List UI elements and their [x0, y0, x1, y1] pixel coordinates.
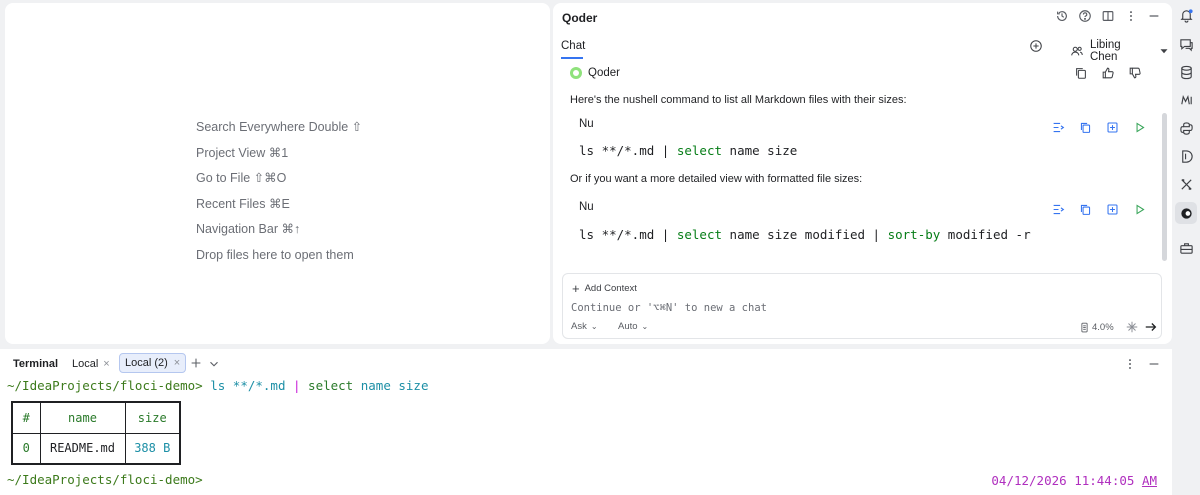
terminal-title: Terminal	[13, 358, 59, 370]
table-header: name	[39, 401, 126, 434]
terminal-output-table: # name size 0 README.md 388 B	[11, 401, 181, 465]
table-cell: README.md	[39, 432, 126, 465]
markdown-icon[interactable]	[1178, 92, 1194, 108]
more-vertical-icon[interactable]	[1122, 356, 1138, 372]
close-icon[interactable]: ×	[174, 357, 180, 369]
tab-chat-indicator	[561, 57, 583, 59]
chat-input[interactable]: Continue or '⌥⌘N' to new a chat	[571, 302, 767, 314]
table-row: 0 README.md 388 B	[11, 432, 181, 465]
message-intro: Here's the nushell command to list all M…	[570, 94, 907, 106]
terminal-command-line: ~/IdeaProjects/floci-demo> ls **/*.md | …	[7, 378, 429, 393]
chat-scrollbar[interactable]	[1162, 113, 1167, 261]
run-icon[interactable]	[1131, 201, 1147, 217]
add-context-button[interactable]: + Add Context	[572, 280, 637, 296]
hint-search-everywhere: Search Everywhere Double ⇧	[196, 120, 363, 134]
insert-at-cursor-icon[interactable]	[1050, 119, 1066, 135]
sparkle-icon[interactable]	[1124, 319, 1140, 335]
terminal-prompt-line[interactable]: ~/IdeaProjects/floci-demo>	[7, 472, 203, 487]
chat-input-box[interactable]: + Add Context Continue or '⌥⌘N' to new a…	[562, 273, 1162, 339]
send-icon[interactable]	[1143, 319, 1159, 335]
copy-icon[interactable]	[1073, 65, 1089, 81]
hint-go-to-file: Go to File ⇧⌘O	[196, 171, 287, 185]
new-file-icon[interactable]	[1104, 201, 1120, 217]
terminal-tab-local[interactable]: Local ×	[72, 358, 110, 370]
minimize-icon[interactable]	[1146, 8, 1162, 24]
user-name: Libing Chen	[1089, 39, 1121, 63]
help-icon[interactable]	[1077, 8, 1093, 24]
table-header: size	[124, 401, 181, 434]
notifications-icon[interactable]	[1178, 7, 1194, 23]
ai-chat-icon[interactable]	[1178, 36, 1194, 52]
tab-chat[interactable]: Chat	[561, 40, 585, 52]
qoder-logo-icon	[570, 67, 582, 79]
table-cell: 0	[11, 432, 41, 465]
close-icon[interactable]: ×	[103, 358, 109, 370]
terminal-timestamp: 04/12/2026 11:44:05 AM	[991, 473, 1157, 488]
python-icon[interactable]	[1178, 120, 1194, 136]
terminal-toolbar	[1122, 356, 1162, 372]
code-block-1-actions	[1050, 119, 1147, 135]
chevron-down-icon: ⌄	[641, 322, 649, 331]
sender-name: Qoder	[588, 67, 620, 79]
mode-selector[interactable]: Ask ⌄	[571, 321, 598, 332]
terminal-panel: Terminal Local × Local (2) × ~/IdeaProje…	[0, 349, 1172, 495]
table-cell: 388 B	[124, 432, 181, 465]
user-selector[interactable]: Libing Chen	[1069, 39, 1172, 63]
book-icon[interactable]	[1100, 8, 1116, 24]
editor-hints: Search Everywhere Double ⇧ Project View …	[196, 118, 362, 271]
run-icon[interactable]	[1131, 119, 1147, 135]
copy-code-icon[interactable]	[1077, 201, 1093, 217]
toolbox-icon[interactable]	[1178, 240, 1194, 256]
panel-title: Qoder	[562, 11, 598, 25]
code-block-2-actions	[1050, 201, 1147, 217]
new-file-icon[interactable]	[1104, 119, 1120, 135]
message-actions	[1073, 65, 1143, 81]
users-icon	[1069, 43, 1085, 59]
table-header: #	[11, 401, 41, 434]
thumbs-up-icon[interactable]	[1100, 65, 1116, 81]
hint-navigation-bar: Navigation Bar ⌘↑	[196, 222, 301, 236]
tools-icon[interactable]	[1178, 176, 1194, 192]
code-block-1: ls **/*.md | select name size	[579, 143, 798, 158]
minimize-icon[interactable]	[1146, 356, 1162, 372]
hint-recent-files: Recent Files ⌘E	[196, 196, 290, 211]
insert-at-cursor-icon[interactable]	[1050, 201, 1066, 217]
history-icon[interactable]	[1054, 8, 1070, 24]
dependencies-icon[interactable]	[1178, 148, 1194, 164]
more-vertical-icon[interactable]	[1123, 8, 1139, 24]
qoder-icon[interactable]	[1175, 202, 1197, 224]
editor-empty-state: Search Everywhere Double ⇧ Project View …	[5, 3, 550, 344]
hint-project-view: Project View ⌘1	[196, 145, 289, 160]
message-middle: Or if you want a more detailed view with…	[570, 173, 863, 185]
code-block-2-language: Nu	[579, 201, 594, 213]
qoder-panel: Qoder Chat Libing Chen Qoder Here's the …	[553, 3, 1172, 344]
chevron-down-icon: ⌄	[590, 322, 598, 331]
terminal-tab-local-2[interactable]: Local (2) ×	[119, 353, 187, 373]
copy-code-icon[interactable]	[1077, 119, 1093, 135]
table-header-row: # name size	[11, 401, 181, 434]
context-usage: 4.0%	[1080, 321, 1114, 333]
battery-icon	[1080, 321, 1088, 333]
caret-down-icon	[1156, 43, 1172, 59]
thumbs-down-icon[interactable]	[1127, 65, 1143, 81]
message-sender: Qoder	[570, 67, 620, 79]
code-block-2: ls **/*.md | select name size modified |…	[579, 227, 1031, 242]
new-tab-icon[interactable]	[188, 355, 204, 371]
plus-icon: +	[572, 280, 580, 296]
code-block-1-language: Nu	[579, 118, 594, 130]
new-chat-icon[interactable]	[1028, 38, 1044, 54]
panel-toolbar	[1054, 8, 1162, 24]
right-tool-strip	[1172, 0, 1200, 495]
database-icon[interactable]	[1178, 64, 1194, 80]
hint-drop-files: Drop files here to open them	[196, 247, 354, 262]
chevron-down-icon[interactable]	[206, 356, 222, 372]
model-selector[interactable]: Auto ⌄	[618, 321, 648, 332]
